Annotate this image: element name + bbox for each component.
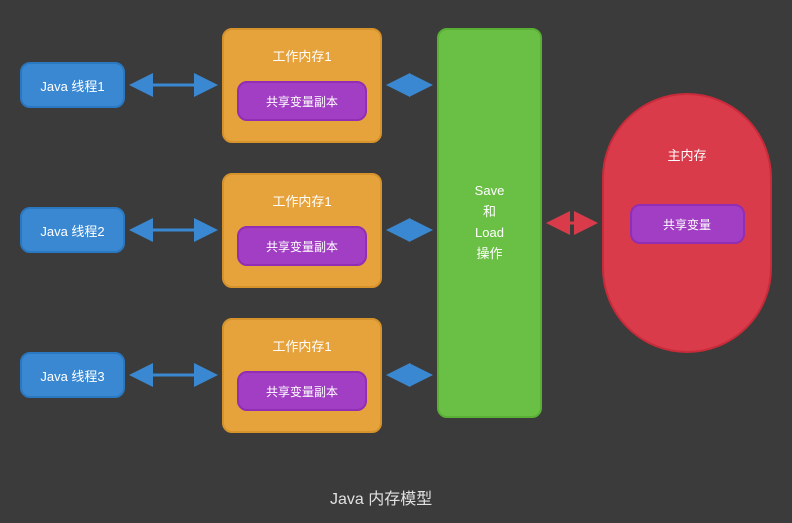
save-load-line: 和	[483, 202, 496, 223]
workmem-title: 工作内存1	[272, 46, 331, 65]
shared-copy-box: 共享变量副本	[237, 371, 367, 411]
shared-var-box: 共享变量	[630, 204, 745, 244]
workmem-title: 工作内存1	[272, 191, 331, 210]
thread-box-2: Java 线程2	[20, 207, 125, 253]
shared-copy-label: 共享变量副本	[266, 93, 338, 110]
save-load-box: Save 和 Load 操作	[437, 28, 542, 418]
shared-copy-label: 共享变量副本	[266, 238, 338, 255]
main-memory-box: 主内存 共享变量	[602, 93, 772, 353]
workmem-box-2: 工作内存1 共享变量副本	[222, 173, 382, 288]
thread-label: Java 线程1	[40, 76, 104, 95]
workmem-box-3: 工作内存1 共享变量副本	[222, 318, 382, 433]
shared-copy-label: 共享变量副本	[266, 383, 338, 400]
save-load-line: Load	[475, 223, 504, 244]
workmem-title: 工作内存1	[272, 336, 331, 355]
thread-box-3: Java 线程3	[20, 352, 125, 398]
workmem-box-1: 工作内存1 共享变量副本	[222, 28, 382, 143]
shared-var-label: 共享变量	[663, 216, 711, 233]
save-load-line: 操作	[476, 244, 502, 265]
thread-label: Java 线程3	[40, 366, 104, 385]
main-memory-title: 主内存	[667, 145, 706, 164]
save-load-line: Save	[475, 181, 505, 202]
diagram-caption: Java 内存模型	[330, 485, 432, 509]
shared-copy-box: 共享变量副本	[237, 81, 367, 121]
thread-box-1: Java 线程1	[20, 62, 125, 108]
shared-copy-box: 共享变量副本	[237, 226, 367, 266]
thread-label: Java 线程2	[40, 221, 104, 240]
